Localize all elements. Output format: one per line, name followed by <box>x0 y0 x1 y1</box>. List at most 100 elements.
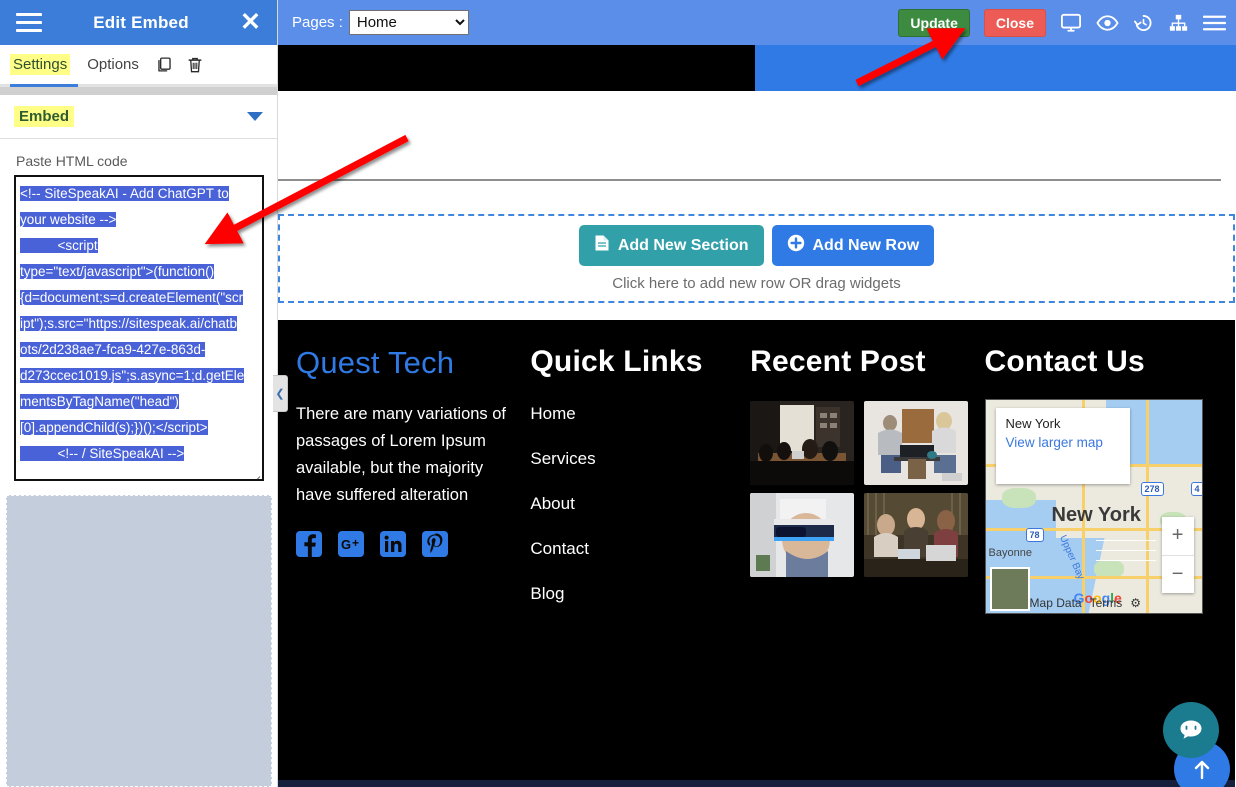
map-place-name: New York <box>1005 416 1061 431</box>
chevron-down-icon[interactable] <box>247 112 263 121</box>
map-bayonne-label: Bayonne <box>988 547 1032 559</box>
copyright-text: © 2024 Quest Tech <box>278 780 1235 787</box>
quick-links-heading: Quick Links <box>530 345 703 378</box>
footer-social-links: G + <box>296 531 520 557</box>
add-row-dropzone[interactable]: Add New Section Add New Row Click here t… <box>278 214 1235 303</box>
svg-text:G: G <box>341 537 351 552</box>
copy-icon[interactable] <box>156 56 173 73</box>
map-shield-278: 278 <box>1140 482 1164 496</box>
canvas-top-black-strip <box>278 45 755 91</box>
footer-column-recent-post: Recent Post <box>750 345 984 629</box>
hamburger-icon[interactable] <box>16 13 42 32</box>
map-info-card: New York View larger map <box>995 408 1130 484</box>
panel-divider-band <box>0 87 277 95</box>
close-button[interactable]: Close <box>983 8 1046 37</box>
contact-us-heading: Contact Us <box>984 345 1145 378</box>
quick-link-services[interactable]: Services <box>530 449 740 469</box>
edit-embed-panel: Edit Embed ✕ Settings Options Embed Past… <box>0 0 278 787</box>
sitemap-icon[interactable] <box>1168 13 1189 33</box>
map-shield-78: 78 <box>1025 528 1044 542</box>
add-buttons-group: Add New Section Add New Row <box>578 225 935 266</box>
map-settings-icon[interactable]: ⚙ <box>1130 596 1141 610</box>
document-icon <box>594 234 610 257</box>
tab-options[interactable]: Options <box>84 54 142 75</box>
map-data-link[interactable]: Map Data <box>1030 596 1082 610</box>
close-icon[interactable]: ✕ <box>240 10 261 35</box>
footer-columns: Quest Tech There are many variations of … <box>278 320 1235 629</box>
map-zoom-controls: + − <box>1161 517 1194 594</box>
arrow-up-icon <box>1194 760 1210 780</box>
quick-link-home[interactable]: Home <box>530 404 740 424</box>
textarea-resize-handle[interactable] <box>250 467 260 477</box>
pages-label: Pages : <box>292 14 343 31</box>
footer-column-contact: Contact Us 278 4 78 New York Bayonne Upp… <box>984 345 1217 629</box>
chat-widget-button[interactable] <box>1163 702 1219 758</box>
page-canvas: Add New Section Add New Row Click here t… <box>278 45 1236 787</box>
desktop-icon[interactable] <box>1060 13 1082 33</box>
recent-post-heading: Recent Post <box>750 345 926 378</box>
site-footer-section: Quest Tech There are many variations of … <box>278 320 1235 780</box>
history-icon[interactable] <box>1133 13 1154 33</box>
widget-selector-row[interactable]: Embed <box>0 95 277 139</box>
map-park-a <box>1001 488 1036 508</box>
quick-link-blog[interactable]: Blog <box>530 584 740 604</box>
add-new-section-button[interactable]: Add New Section <box>578 225 764 266</box>
html-code-value: <!-- SiteSpeakAI - Add ChatGPT to your we… <box>20 186 245 461</box>
pinterest-icon[interactable] <box>422 531 448 557</box>
app-root: Edit Embed ✕ Settings Options Embed Past… <box>0 0 1236 787</box>
html-code-textarea[interactable]: <!-- SiteSpeakAI - Add ChatGPT to your we… <box>14 175 264 481</box>
toolbar-actions: Update Close <box>898 8 1236 37</box>
recent-post-thumbnails <box>750 401 974 577</box>
add-row-hint: Click here to add new row OR drag widget… <box>612 275 901 292</box>
footer-brand: Quest Tech <box>296 345 455 380</box>
pages-select[interactable]: Home <box>348 10 469 35</box>
map-zoom-out-button[interactable]: − <box>1162 556 1194 594</box>
panel-collapse-handle[interactable]: ❮ <box>273 375 288 412</box>
post-thumbnail-meeting-room[interactable] <box>750 401 855 485</box>
canvas-divider-line <box>278 179 1221 181</box>
post-thumbnail-vr-headset[interactable] <box>750 493 855 577</box>
map-street-grid-a <box>1095 540 1156 541</box>
update-button[interactable]: Update <box>898 8 970 37</box>
panel-title: Edit Embed <box>93 12 189 32</box>
chat-bubble-icon <box>1180 720 1202 739</box>
google-plus-icon[interactable]: G + <box>338 531 364 557</box>
map-zoom-in-button[interactable]: + <box>1161 517 1194 556</box>
panel-header: Edit Embed ✕ <box>0 0 277 45</box>
widget-name-label: Embed <box>14 106 75 127</box>
facebook-icon[interactable] <box>296 531 322 557</box>
eye-icon[interactable] <box>1096 14 1119 32</box>
active-tab-underline <box>10 84 78 87</box>
editor-toolbar: Pages : Home Update Close <box>278 0 1236 45</box>
map-footer-bar: Map Data Terms ⚙ <box>986 593 1202 613</box>
map-street-grid-c <box>1095 560 1156 561</box>
map-street-grid-b <box>1095 550 1156 551</box>
footer-about-text: There are many variations of passages of… <box>296 405 507 504</box>
copyright-bar: © 2024 Quest Tech <box>278 780 1235 787</box>
google-map-embed[interactable]: 278 4 78 New York Bayonne Upper Bay New … <box>984 399 1203 614</box>
quick-link-contact[interactable]: Contact <box>530 539 740 559</box>
map-view-larger-link[interactable]: View larger map <box>1006 434 1120 452</box>
footer-column-about: Quest Tech There are many variations of … <box>296 345 530 629</box>
linkedin-icon[interactable] <box>380 531 406 557</box>
add-new-section-label: Add New Section <box>617 236 749 254</box>
post-thumbnail-team-laptops[interactable] <box>864 493 969 577</box>
map-road-4 <box>1145 400 1149 613</box>
menu-icon[interactable] <box>1203 14 1226 32</box>
panel-empty-area <box>6 495 272 787</box>
footer-column-quick-links: Quick Links Home Services About Contact … <box>530 345 750 629</box>
paste-html-label: Paste HTML code <box>16 153 128 169</box>
trash-icon[interactable] <box>187 56 203 74</box>
quick-link-about[interactable]: About <box>530 494 740 514</box>
post-thumbnail-two-women-laptop[interactable] <box>864 401 969 485</box>
plus-circle-icon <box>787 234 805 257</box>
tab-settings[interactable]: Settings <box>10 54 71 75</box>
add-new-row-label: Add New Row <box>812 236 920 254</box>
add-new-row-button[interactable]: Add New Row <box>771 225 935 266</box>
svg-text:+: + <box>352 536 359 550</box>
panel-tabs: Settings Options <box>0 45 277 87</box>
map-terms-link[interactable]: Terms <box>1090 596 1123 610</box>
map-shield-4: 4 <box>1190 482 1202 496</box>
map-city-label: New York <box>1051 504 1141 526</box>
quick-links-list: Home Services About Contact Blog <box>530 404 740 604</box>
